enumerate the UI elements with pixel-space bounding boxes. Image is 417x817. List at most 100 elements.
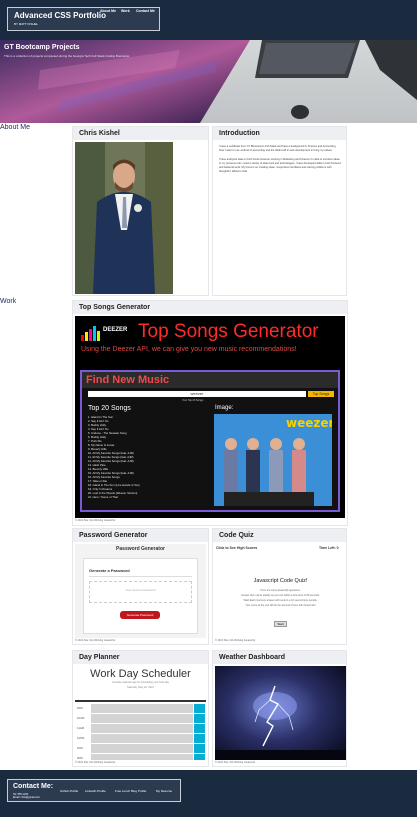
planner-hour-label: 2PM: [77, 756, 83, 760]
planner-hour-label: 9AM: [77, 706, 83, 710]
planner-app-title: Work Day Scheduler: [90, 668, 191, 680]
footer-link-linkedin[interactable]: LinkedIn Profile: [85, 789, 106, 793]
nav-contact-me[interactable]: Contact Me: [136, 9, 155, 13]
quiz-screenshot: Click to See High Scores Time Left: 0 Ja…: [215, 544, 346, 638]
planner-row: 1PM: [75, 744, 206, 753]
planner-hour-label: 11AM: [77, 726, 85, 730]
top-songs-screenshot: DEEZER Top Songs Generator Using the Dee…: [75, 316, 345, 518]
profile-photo: [75, 142, 173, 294]
planner-row: 11AM: [75, 724, 206, 733]
songs-list: 1. Island In The Sun 2. Say It Ain't So 3.…: [88, 415, 208, 499]
top-songs-button[interactable]: Top Songs: [308, 391, 334, 397]
planner-screenshot: Work Day Scheduler A simple calendar app…: [75, 666, 206, 760]
search-input[interactable]: weezer: [88, 391, 306, 397]
introduction-card: Introduction I have a certificate from G…: [212, 126, 347, 296]
nav-about-me[interactable]: About Me: [100, 9, 116, 13]
quiz-title: Code Quiz: [219, 532, 254, 539]
planner-hour-label: 1PM: [77, 746, 83, 750]
save-icon[interactable]: [194, 704, 205, 713]
planner-hour-label: 10AM: [77, 716, 85, 720]
song-list-item: 21. Hero / Some of That: [88, 495, 118, 499]
footer-link-blog[interactable]: Free Lunch Blog Profile: [115, 789, 146, 793]
weather-dashboard-card[interactable]: Weather Dashboard © 2021 Site. Not Worki…: [212, 650, 347, 767]
password-output-field[interactable]: Your Secure Password: [89, 581, 192, 603]
save-icon[interactable]: [194, 754, 205, 760]
desk-hero-image: [0, 40, 417, 123]
code-quiz-card[interactable]: Code Quiz Click to See High Scores Time …: [212, 528, 347, 645]
image-heading: Image:: [215, 405, 234, 411]
contact-title: Contact Me:: [13, 783, 54, 790]
planner-rows: 9AM 10AM 11AM 12PM 1PM 2PM: [75, 704, 206, 760]
save-icon[interactable]: [194, 744, 205, 753]
quiz-line-4: Your score at the end will be the amount…: [245, 604, 316, 607]
quiz-caption: © 2021 Site. Not Working Javascript: [215, 639, 256, 642]
contact-email[interactable]: Email: chris@gmail.com: [13, 796, 40, 799]
start-quiz-button[interactable]: Start: [274, 621, 287, 627]
banner-heading: Top Songs Generator: [138, 321, 319, 342]
brand-title: Advanced CSS Portfolio: [14, 11, 107, 20]
planner-event-field[interactable]: [91, 724, 193, 733]
hero-subtitle: This is a collection of projects complet…: [4, 54, 130, 58]
footer-link-resume[interactable]: My Resume: [156, 789, 172, 793]
save-icon[interactable]: [194, 734, 205, 743]
top-songs-caption: © 2021 Site. Not Working Javascript: [75, 519, 116, 522]
quiz-heading: Javascript Code Quiz!: [253, 578, 308, 584]
planner-row: 12PM: [75, 734, 206, 743]
password-subhead: Generate a Password: [89, 568, 130, 573]
quiz-line-1: Here are some javascript questions.: [260, 589, 301, 592]
password-title: Password Generator: [79, 532, 148, 539]
site-footer: Contact Me: Tel: 555-1234 Email: chris@g…: [0, 770, 417, 817]
planner-title: Day Planner: [79, 654, 120, 661]
storm-lightning-image: [215, 666, 346, 760]
planner-event-field[interactable]: [91, 744, 193, 753]
save-icon[interactable]: [194, 724, 205, 733]
password-panel: Generate a Password Your Secure Password…: [83, 558, 198, 634]
profile-card: Chris Kishel: [72, 126, 209, 296]
intro-paragraph-1: I have a certificate from GT Bootcamp's …: [219, 145, 337, 152]
planner-divider: [75, 700, 206, 702]
top-songs-title: Top Songs Generator: [79, 304, 151, 311]
quiz-line-3: Wait! Each incorrect answer will result …: [243, 599, 318, 602]
planner-app-sub: A simple calendar app for scheduling you…: [111, 681, 170, 684]
password-generator-card[interactable]: Password Generator Password Generator Ge…: [72, 528, 209, 645]
weather-caption: © 2021 Site. Not Working Javascript: [215, 761, 256, 764]
intro-title: Introduction: [219, 130, 260, 137]
quiz-line-2: Answer them all as quickly as you can wi…: [241, 594, 320, 597]
top-20-heading: Top 20 Songs: [88, 405, 131, 412]
planner-event-field[interactable]: [91, 704, 193, 713]
high-scores-link[interactable]: Click to See High Scores: [216, 546, 257, 550]
planner-row: 9AM: [75, 704, 206, 713]
planner-row: 10AM: [75, 714, 206, 723]
weather-title: Weather Dashboard: [219, 654, 285, 661]
find-music-panel: Find New Music weezer Top Songs Your Top…: [80, 370, 340, 512]
planner-event-field[interactable]: [91, 714, 193, 723]
time-left: Time Left: 0: [319, 546, 339, 550]
hero-title: GT Bootcamp Projects: [4, 44, 80, 51]
search-hint: Your Top 20 Songs:: [182, 399, 204, 402]
password-caption: © 2021 Site. Not Working Javascript: [75, 639, 116, 642]
planner-caption: © 2021 Site. Not Working Javascript: [75, 761, 116, 764]
password-divider: [89, 576, 192, 577]
password-screenshot: Password Generator Generate a Password Y…: [75, 544, 206, 638]
save-icon[interactable]: [194, 714, 205, 723]
password-app-title: Password Generator: [116, 546, 165, 552]
brand-subtitle: BY MATT KISHEL: [14, 22, 39, 26]
site-header: Advanced CSS Portfolio BY MATT KISHEL Ab…: [0, 0, 417, 40]
planner-app-date: Saturday, May 1st, 2021: [127, 686, 154, 689]
intro-paragraph-2: I have analyzed data on both fronts howe…: [219, 158, 341, 173]
nav-work[interactable]: Work: [121, 9, 130, 13]
work-section-label: Work: [0, 298, 17, 305]
generate-password-button[interactable]: Generate Password: [120, 611, 160, 619]
band-members-image: [224, 438, 314, 506]
day-planner-card[interactable]: Day Planner Work Day Scheduler A simple …: [72, 650, 209, 767]
planner-event-field[interactable]: [91, 754, 193, 760]
contact-box: Contact Me: Tel: 555-1234 Email: chris@g…: [7, 779, 181, 802]
deezer-brand: DEEZER: [103, 327, 128, 333]
footer-link-github[interactable]: Github Profile: [60, 789, 78, 793]
planner-hour-label: 12PM: [77, 736, 85, 740]
top-songs-card[interactable]: Top Songs Generator DEEZER Top Songs Gen…: [72, 300, 348, 526]
planner-event-field[interactable]: [91, 734, 193, 743]
hero-banner: GT Bootcamp Projects This is a collectio…: [0, 40, 417, 123]
weezer-album-cover: weezer: [214, 414, 332, 506]
find-heading: Find New Music: [86, 374, 170, 386]
